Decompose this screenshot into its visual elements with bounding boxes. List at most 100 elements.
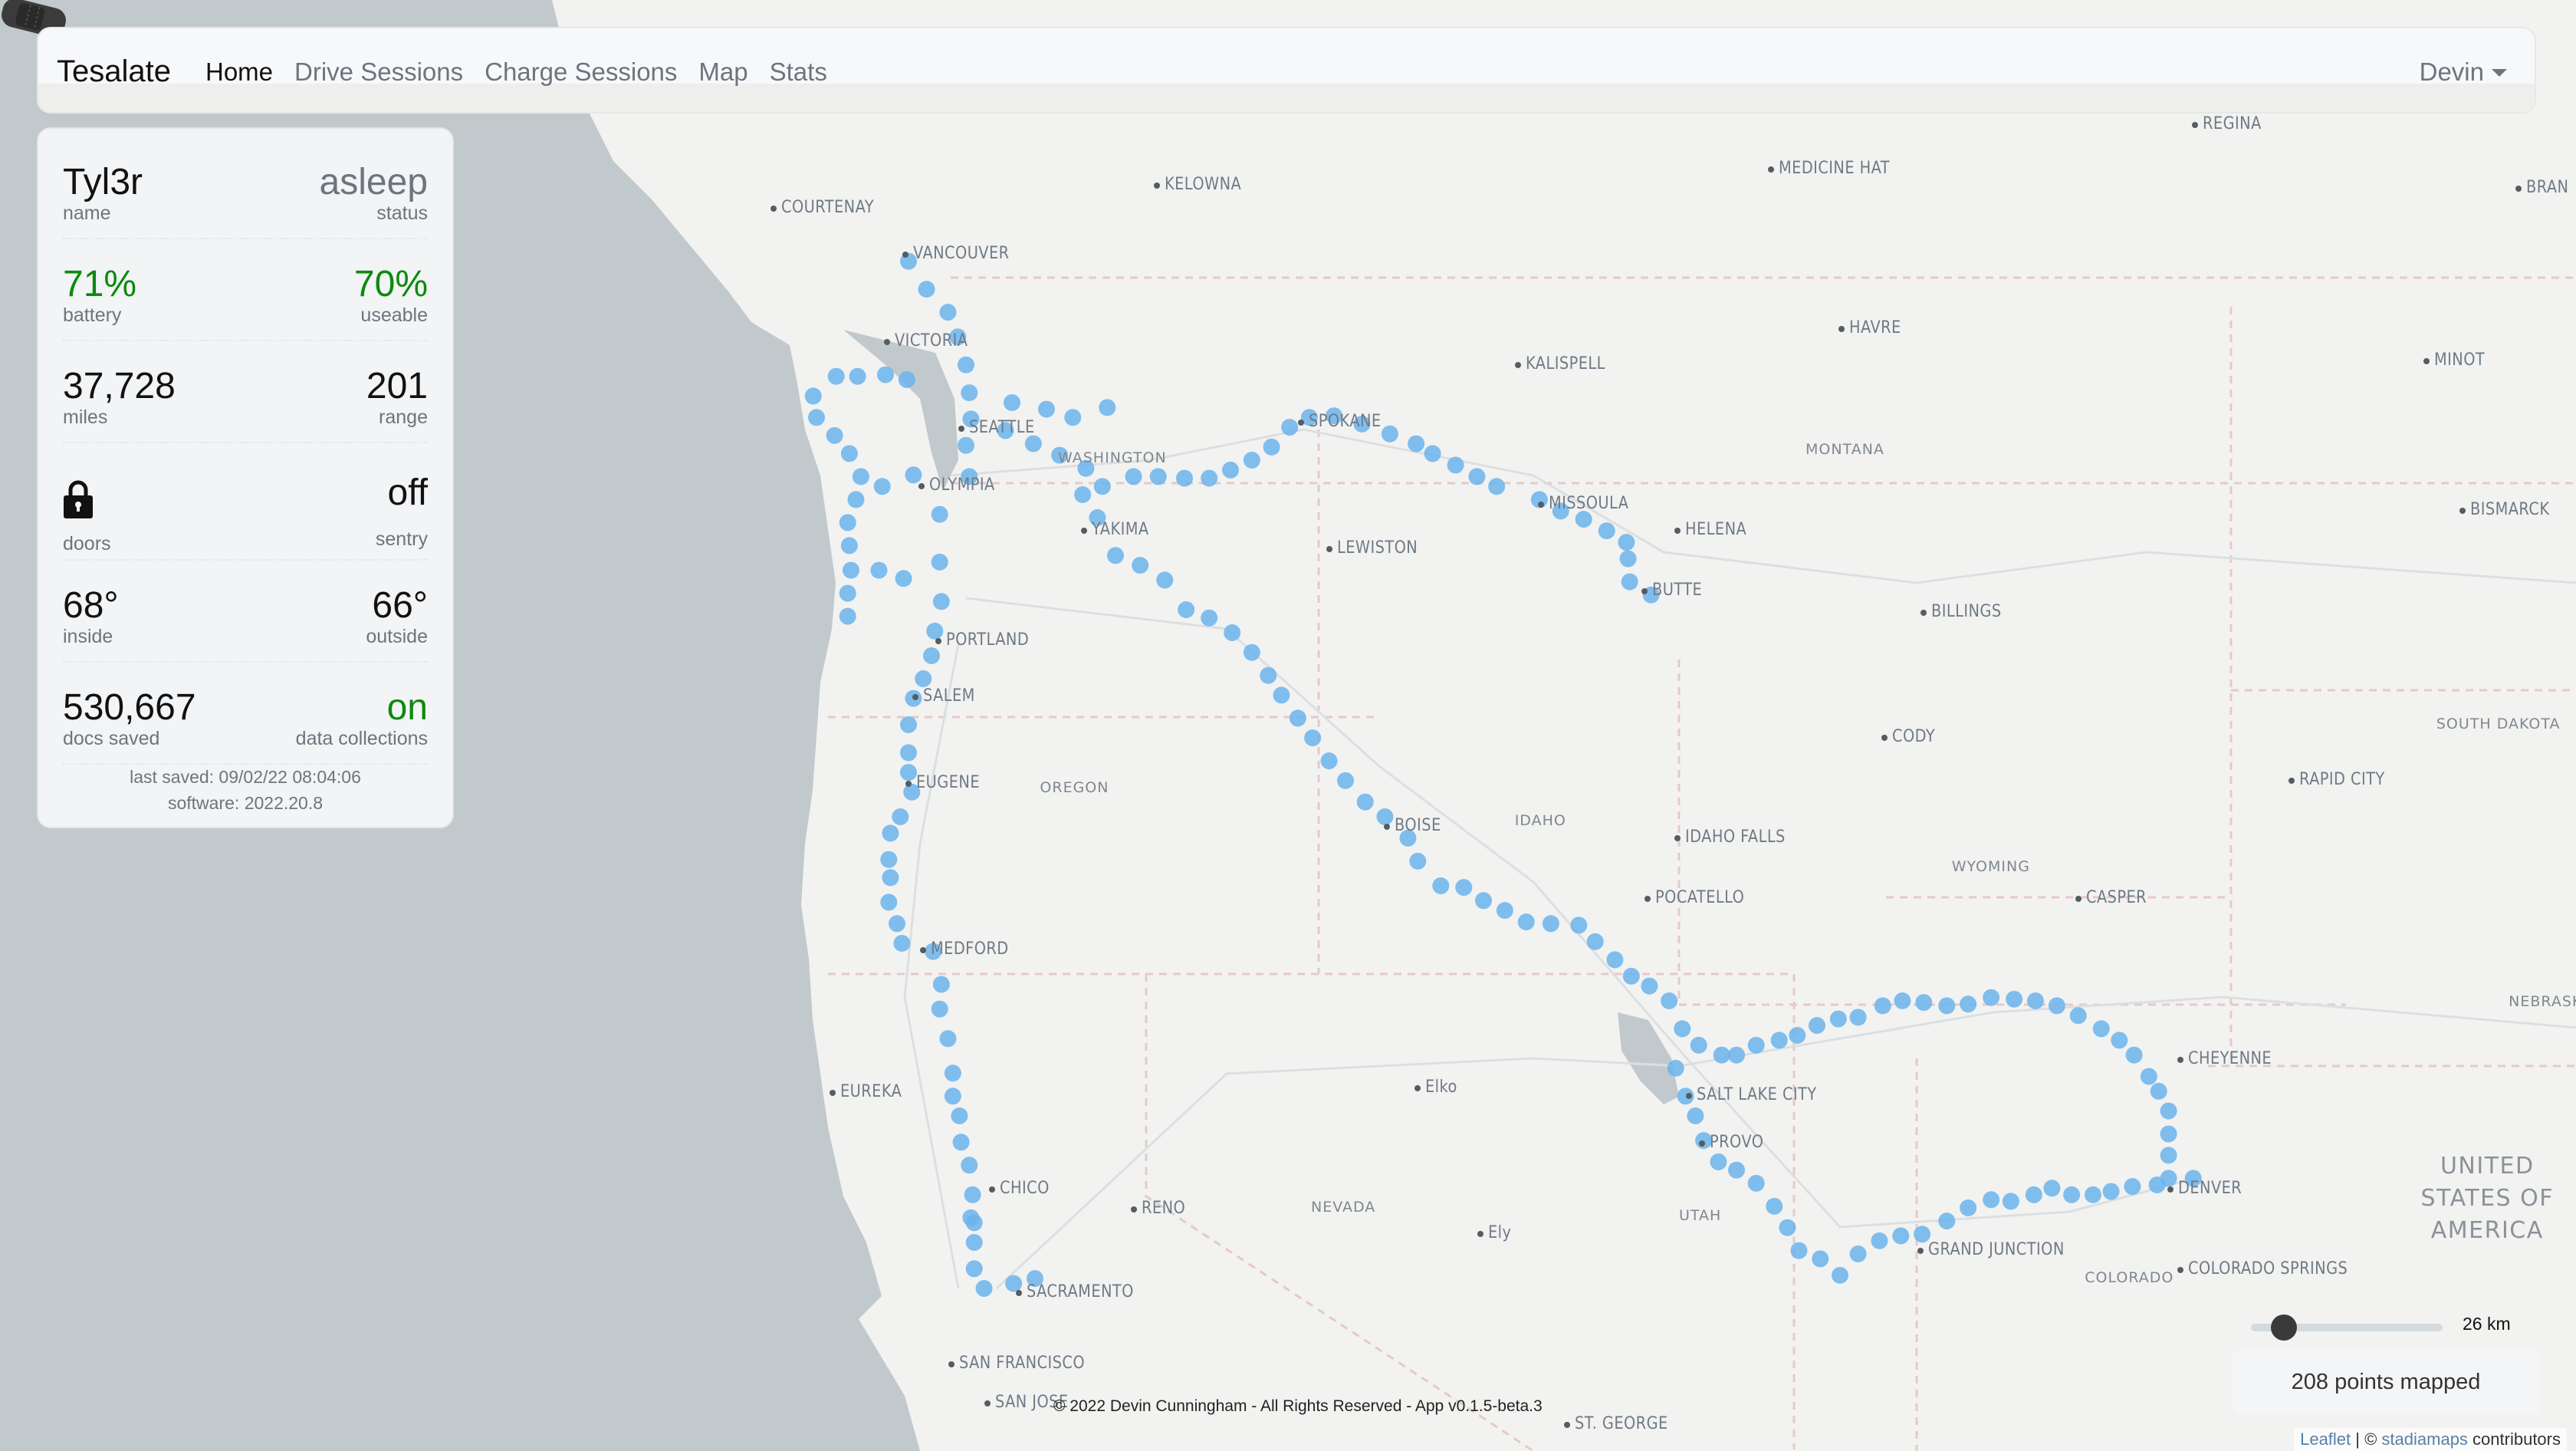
route-point[interactable] [804, 387, 822, 405]
route-point[interactable] [932, 593, 950, 610]
route-point[interactable] [840, 537, 858, 554]
route-point[interactable] [1004, 394, 1020, 411]
route-point[interactable] [2148, 1176, 2166, 1193]
route-point[interactable] [1960, 1199, 1977, 1216]
route-point[interactable] [1381, 425, 1398, 443]
route-point[interactable] [1621, 573, 1638, 591]
route-point[interactable] [951, 1107, 968, 1124]
route-point[interactable] [2160, 1147, 2177, 1164]
route-point[interactable] [944, 1087, 961, 1105]
route-point[interactable] [1447, 456, 1464, 474]
route-point[interactable] [1874, 997, 1891, 1015]
route-point[interactable] [889, 915, 905, 933]
route-point[interactable] [1894, 992, 1911, 1009]
route-point[interactable] [965, 1260, 983, 1278]
route-point[interactable] [939, 304, 957, 321]
brand-logo[interactable]: Tesalate [57, 54, 171, 89]
route-point[interactable] [1747, 1036, 1765, 1054]
route-point[interactable] [1107, 547, 1124, 564]
route-point[interactable] [1224, 624, 1241, 641]
route-point[interactable] [1038, 400, 1055, 418]
route-point[interactable] [1099, 399, 1116, 416]
route-point[interactable] [1304, 729, 1322, 747]
route-point[interactable] [1829, 1010, 1847, 1028]
route-point[interactable] [1201, 469, 1218, 487]
route-point[interactable] [840, 445, 858, 462]
route-point[interactable] [918, 281, 935, 298]
route-point[interactable] [2140, 1068, 2157, 1085]
route-point[interactable] [843, 561, 859, 579]
route-point[interactable] [1064, 409, 1082, 426]
nav-item-charge-sessions[interactable]: Charge Sessions [485, 58, 677, 87]
route-point[interactable] [1093, 478, 1111, 495]
route-point[interactable] [1938, 1212, 1956, 1230]
stadiamaps-link[interactable]: stadiamaps [2381, 1430, 2468, 1449]
route-point[interactable] [905, 466, 922, 484]
route-point[interactable] [1674, 1020, 1691, 1038]
route-point[interactable] [2043, 1180, 2061, 1197]
route-point[interactable] [1455, 879, 1473, 897]
route-point[interactable] [1766, 1197, 1783, 1215]
route-point[interactable] [852, 468, 869, 485]
route-point[interactable] [1320, 752, 1338, 770]
route-point[interactable] [839, 584, 856, 602]
route-point[interactable] [1728, 1046, 1745, 1064]
route-point[interactable] [900, 744, 917, 762]
route-point[interactable] [898, 371, 915, 388]
route-point[interactable] [870, 561, 888, 579]
route-point[interactable] [1074, 486, 1092, 503]
route-point[interactable] [1408, 435, 1425, 452]
route-point[interactable] [961, 1157, 978, 1174]
nav-item-map[interactable]: Map [698, 58, 748, 87]
route-point[interactable] [952, 1133, 970, 1151]
route-point[interactable] [1488, 478, 1506, 495]
route-point[interactable] [962, 1209, 980, 1226]
route-point[interactable] [2124, 1178, 2141, 1196]
route-point[interactable] [2092, 1020, 2110, 1038]
route-point[interactable] [1809, 1017, 1825, 1035]
route-point[interactable] [2006, 990, 2023, 1008]
route-point[interactable] [1024, 435, 1042, 452]
route-point[interactable] [880, 893, 898, 911]
route-point[interactable] [2002, 1193, 2019, 1210]
route-point[interactable] [1983, 1191, 2000, 1209]
route-point[interactable] [932, 976, 950, 993]
route-point[interactable] [1517, 913, 1535, 931]
route-point[interactable] [1728, 1161, 1745, 1179]
route-point[interactable] [882, 869, 899, 887]
route-point[interactable] [923, 647, 940, 664]
route-point[interactable] [1178, 601, 1195, 618]
route-point[interactable] [839, 514, 856, 531]
route-point[interactable] [1475, 892, 1492, 910]
route-point[interactable] [944, 1064, 961, 1082]
route-point[interactable] [849, 367, 866, 385]
route-point[interactable] [839, 607, 856, 625]
route-point[interactable] [873, 478, 891, 495]
route-point[interactable] [1690, 1036, 1707, 1054]
route-point[interactable] [1713, 1046, 1730, 1064]
route-point[interactable] [1747, 1174, 1765, 1192]
route-point[interactable] [1005, 1275, 1023, 1292]
route-point[interactable] [892, 808, 909, 825]
route-point[interactable] [2160, 1102, 2177, 1120]
route-point[interactable] [975, 1280, 993, 1297]
route-point[interactable] [1849, 1245, 1867, 1262]
route-point[interactable] [915, 670, 932, 687]
route-point[interactable] [1409, 852, 1427, 870]
route-point[interactable] [2150, 1082, 2167, 1100]
route-point[interactable] [1468, 468, 1486, 485]
route-point[interactable] [931, 1000, 948, 1018]
route-point[interactable] [1586, 933, 1604, 950]
nav-item-stats[interactable]: Stats [770, 58, 827, 87]
route-point[interactable] [1960, 995, 1977, 1013]
route-point[interactable] [2111, 1031, 2128, 1049]
route-point[interactable] [1356, 793, 1374, 811]
route-point[interactable] [1667, 1059, 1684, 1077]
route-point[interactable] [1849, 1008, 1867, 1026]
route-point[interactable] [1779, 1219, 1796, 1236]
route-point[interactable] [880, 851, 898, 868]
route-point[interactable] [1812, 1250, 1829, 1268]
route-point[interactable] [826, 426, 843, 444]
route-point[interactable] [1938, 997, 1956, 1015]
route-point[interactable] [882, 824, 899, 842]
